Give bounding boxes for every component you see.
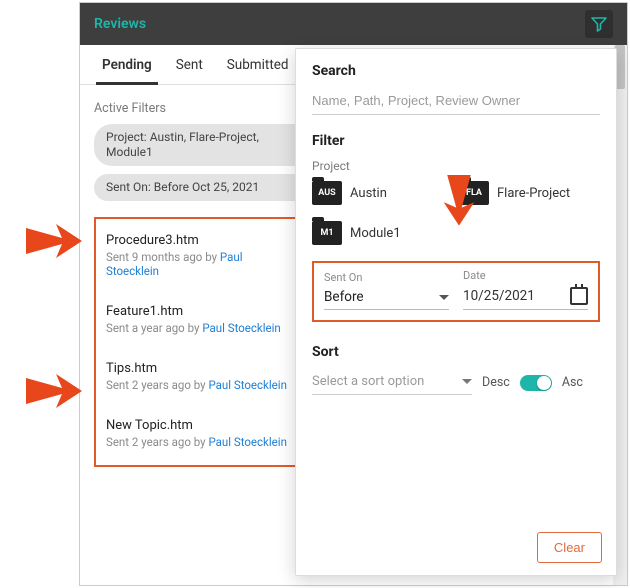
project-name: Flare-Project [497, 186, 570, 201]
sent-on-field: Sent On Before [324, 271, 449, 310]
chevron-down-icon [439, 295, 449, 300]
annotation-arrow [26, 370, 82, 412]
chevron-down-icon [462, 379, 472, 384]
file-list: Procedure3.htm Sent 9 months ago by Paul… [94, 217, 309, 467]
date-label: Date [463, 269, 588, 282]
list-item[interactable]: Tips.htm Sent 2 years ago by Paul Stoeck… [106, 355, 297, 402]
filter-icon-button[interactable] [585, 10, 613, 38]
author-link[interactable]: Paul Stoecklein [202, 321, 280, 335]
funnel-icon [591, 16, 607, 32]
sort-section: Sort Select a sort option Desc Asc [312, 344, 600, 395]
date-field: Date 10/25/2021 [463, 269, 588, 310]
calendar-icon[interactable] [570, 287, 588, 305]
search-input[interactable] [312, 89, 600, 115]
tab-submitted[interactable]: Submitted [215, 45, 301, 84]
tab-pending[interactable]: Pending [90, 45, 164, 84]
filter-pill-project[interactable]: Project: Austin, Flare-Project, Module1 … [94, 124, 314, 166]
sort-heading: Sort [312, 344, 600, 360]
date-input[interactable]: 10/25/2021 [463, 284, 588, 310]
project-name: Austin [350, 186, 387, 201]
list-item[interactable]: Procedure3.htm Sent 9 months ago by Paul… [106, 227, 297, 288]
file-name: New Topic.htm [106, 418, 297, 433]
filter-pill-senton[interactable]: Sent On: Before Oct 25, 2021 × [94, 174, 319, 201]
date-value: 10/25/2021 [463, 288, 562, 304]
sent-on-dropdown[interactable]: Before [324, 286, 449, 310]
file-name: Feature1.htm [106, 304, 297, 319]
panel-header: Reviews [80, 3, 627, 45]
list-item[interactable]: New Topic.htm Sent 2 years ago by Paul S… [106, 412, 297, 459]
sent-on-value: Before [324, 289, 364, 305]
file-meta: Sent 9 months ago by Paul Stoecklein [106, 250, 297, 278]
sort-order-toggle[interactable] [520, 375, 552, 391]
folder-icon: AUS [312, 181, 342, 205]
file-meta: Sent a year ago by Paul Stoecklein [106, 321, 297, 335]
project-option[interactable]: AUS Austin [312, 181, 453, 205]
order-desc-label: Desc [482, 375, 510, 390]
pill-text: Sent On: Before Oct 25, 2021 [106, 180, 296, 195]
annotation-arrow [26, 220, 82, 262]
file-name: Procedure3.htm [106, 233, 297, 248]
clear-button[interactable]: Clear [537, 532, 602, 563]
project-option[interactable]: FLA Flare-Project [459, 181, 600, 205]
sort-dropdown[interactable]: Select a sort option [312, 370, 472, 395]
list-item[interactable]: Feature1.htm Sent a year ago by Paul Sto… [106, 298, 297, 345]
file-name: Tips.htm [106, 361, 297, 376]
tab-sent[interactable]: Sent [164, 45, 215, 84]
file-meta: Sent 2 years ago by Paul Stoecklein [106, 435, 297, 449]
search-heading: Search [312, 63, 600, 79]
sent-on-group: Sent On Before Date 10/25/2021 [312, 261, 600, 322]
annotation-arrow [440, 175, 478, 221]
author-link[interactable]: Paul Stoecklein [208, 435, 286, 449]
project-option[interactable]: M1 Module1 [312, 221, 453, 245]
order-asc-label: Asc [562, 375, 583, 390]
filter-panel: Search Filter Project AUS Austin FLA Fla… [295, 48, 617, 576]
panel-title: Reviews [94, 16, 146, 32]
pill-text: Project: Austin, Flare-Project, Module1 [106, 130, 291, 160]
author-link[interactable]: Paul Stoecklein [208, 378, 286, 392]
project-name: Module1 [350, 226, 401, 241]
folder-icon: M1 [312, 221, 342, 245]
file-meta: Sent 2 years ago by Paul Stoecklein [106, 378, 297, 392]
filter-heading: Filter [312, 133, 600, 149]
sent-on-label: Sent On [324, 271, 449, 284]
sort-placeholder: Select a sort option [312, 374, 424, 389]
project-label: Project [312, 159, 600, 173]
